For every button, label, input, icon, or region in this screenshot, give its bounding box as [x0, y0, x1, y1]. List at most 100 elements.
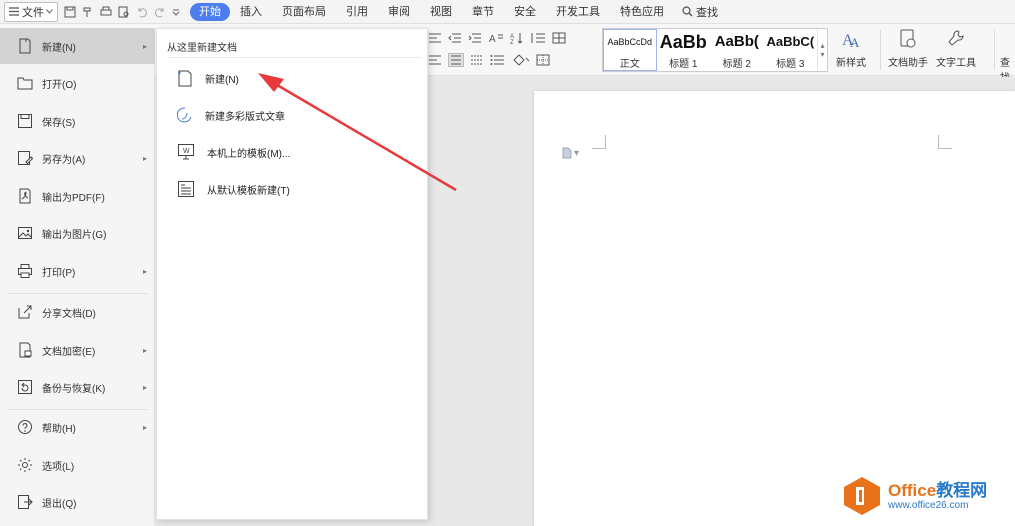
shading-icon[interactable] [512, 54, 530, 66]
save-icon[interactable] [64, 6, 76, 18]
text-tools-button[interactable]: 文字工具 [936, 28, 976, 69]
file-menu-item-open[interactable]: 打开(O) [0, 65, 155, 101]
print-preview-icon[interactable] [118, 6, 130, 18]
file-menu: 新建(N) ▸ 打开(O) 保存(S) 另存为(A) ▸ 输出为PDF(F) 输… [0, 28, 155, 526]
file-menu-label: 输出为PDF(F) [42, 192, 105, 204]
style-sample: AaBbCcDd [607, 36, 653, 47]
chevron-right-icon: ▸ [142, 382, 147, 392]
site-watermark: Office教程网 www.office26.com [842, 474, 1007, 518]
style-sample: AaBb [659, 31, 707, 52]
wrench-icon [948, 30, 964, 46]
file-menu-item-save[interactable]: 保存(S) [0, 103, 155, 139]
style-normal[interactable]: AaBbCcDd 正文 [603, 29, 657, 71]
file-menu-item-exit[interactable]: 退出(Q) [0, 484, 155, 520]
file-menu-item-export-image[interactable]: 输出为图片(G) [0, 215, 155, 251]
styles-scroll[interactable]: ▴ ▾ [817, 29, 827, 71]
tab-section[interactable]: 章节 [462, 3, 504, 21]
file-menu-item-save-as[interactable]: 另存为(A) ▸ [0, 140, 155, 176]
watermark-brand: Office教程网 [888, 481, 987, 500]
doc-assistant-label: 文档助手 [888, 58, 928, 69]
tab-special-apps[interactable]: 特色应用 [610, 3, 674, 21]
align-justify-icon[interactable] [448, 53, 464, 67]
submenu-item-local-template[interactable]: W 本机上的模板(M)... [177, 140, 290, 164]
align-icon[interactable] [428, 32, 442, 44]
style-heading-3[interactable]: AaBbC( 标题 3 [764, 29, 818, 71]
search-tab[interactable]: 查找 [674, 4, 726, 20]
sort-icon[interactable]: AZ [510, 32, 524, 44]
tab-insert[interactable]: 插入 [230, 3, 272, 21]
file-menu-item-export-pdf[interactable]: 输出为PDF(F) [0, 178, 155, 214]
search-icon [682, 6, 693, 17]
print-icon[interactable] [100, 6, 112, 18]
file-menu-item-help[interactable]: 帮助(H) ▸ [0, 409, 155, 445]
pdf-export-icon [19, 188, 31, 204]
submenu-item-new-blank[interactable]: 新建(N) [177, 66, 239, 90]
paragraph-marker[interactable]: ▾ [562, 147, 579, 159]
tab-references[interactable]: 引用 [336, 3, 378, 21]
style-heading-1[interactable]: AaBb 标题 1 [657, 29, 711, 71]
svg-text:W: W [183, 148, 190, 155]
watermark-url: www.office26.com [888, 500, 969, 511]
new-style-button[interactable]: AA 新样式 [836, 28, 866, 69]
distribute-icon[interactable] [470, 54, 484, 66]
new-style-icon: AA [842, 32, 860, 50]
document-page[interactable]: ▾ [534, 91, 1015, 526]
file-menu-item-backup[interactable]: 备份与恢复(K) ▸ [0, 369, 155, 405]
redo-icon[interactable] [154, 6, 166, 18]
char-spacing-icon[interactable]: A [488, 32, 504, 44]
file-menu-item-encrypt[interactable]: 文档加密(E) ▸ [0, 332, 155, 368]
tab-security[interactable]: 安全 [504, 3, 546, 21]
submenu-item-colorful-layout[interactable]: 新建多彩版式文章 [177, 103, 285, 127]
svg-text:A: A [489, 34, 496, 44]
tab-developer[interactable]: 开发工具 [546, 3, 610, 21]
tab-review[interactable]: 审阅 [378, 3, 420, 21]
local-template-icon: W [178, 144, 194, 160]
exit-icon [18, 495, 33, 509]
default-template-icon [178, 181, 194, 197]
styles-gallery: AaBbCcDd 正文 AaBb 标题 1 AaBb( 标题 2 AaBbC( … [602, 28, 828, 72]
format-painter-icon[interactable] [82, 6, 94, 18]
chevron-up-icon[interactable]: ▴ [821, 41, 825, 50]
document-workspace: ▾ [428, 77, 1015, 526]
search-label: 查找 [696, 6, 718, 19]
submenu-label: 新建(N) [205, 74, 239, 86]
doc-assistant-icon [900, 29, 916, 48]
text-tools-label: 文字工具 [936, 58, 976, 69]
indent-increase-icon[interactable] [468, 32, 482, 44]
chevron-right-icon: ▸ [142, 266, 147, 276]
submenu-label: 新建多彩版式文章 [205, 111, 285, 123]
file-menu-item-print[interactable]: 打印(P) ▸ [0, 253, 155, 289]
file-menu-item-new[interactable]: 新建(N) ▸ [0, 28, 155, 64]
chevron-right-icon: ▸ [142, 422, 147, 432]
watermark-brand-part1: Office [888, 481, 937, 500]
submenu-divider [167, 57, 422, 58]
file-menu-item-share[interactable]: 分享文档(D) [0, 294, 155, 330]
new-document-submenu: 从这里新建文档 新建(N) 新建多彩版式文章 W 本机上的模板(M)... 从默… [156, 28, 428, 520]
submenu-item-default-template[interactable]: 从默认模板新建(T) [177, 177, 290, 201]
bullets-icon[interactable] [490, 54, 506, 66]
borders-icon[interactable] [536, 54, 552, 66]
file-menu-item-options[interactable]: 选项(L) [0, 447, 155, 483]
chevron-down-icon[interactable]: ▾ [821, 50, 825, 59]
image-export-icon [18, 227, 32, 239]
chevron-right-icon: ▸ [142, 41, 147, 51]
tab-view[interactable]: 视图 [420, 3, 462, 21]
file-menu-label: 选项(L) [42, 461, 75, 473]
style-name: 标题 2 [722, 58, 751, 70]
style-name: 标题 1 [669, 58, 698, 70]
align-left-icon[interactable] [428, 54, 442, 66]
style-heading-2[interactable]: AaBb( 标题 2 [710, 29, 764, 71]
table-grid-icon[interactable] [552, 32, 566, 44]
indent-decrease-icon[interactable] [448, 32, 462, 44]
line-spacing-icon[interactable] [530, 32, 546, 44]
customize-toolbar-icon[interactable] [172, 8, 180, 16]
undo-icon[interactable] [136, 6, 148, 18]
tab-page-layout[interactable]: 页面布局 [272, 3, 336, 21]
print-icon [18, 264, 32, 278]
file-menu-button[interactable]: 文件 [4, 1, 58, 22]
tab-home[interactable]: 开始 [190, 2, 230, 21]
file-menu-label: 备份与恢复(K) [42, 383, 106, 395]
file-menu-label: 退出(Q) [42, 498, 77, 510]
ribbon-tabs: 开始 插入 页面布局 引用 审阅 视图 章节 安全 开发工具 特色应用 查找 [190, 2, 726, 21]
doc-assistant-button[interactable]: 文档助手 [888, 28, 928, 69]
